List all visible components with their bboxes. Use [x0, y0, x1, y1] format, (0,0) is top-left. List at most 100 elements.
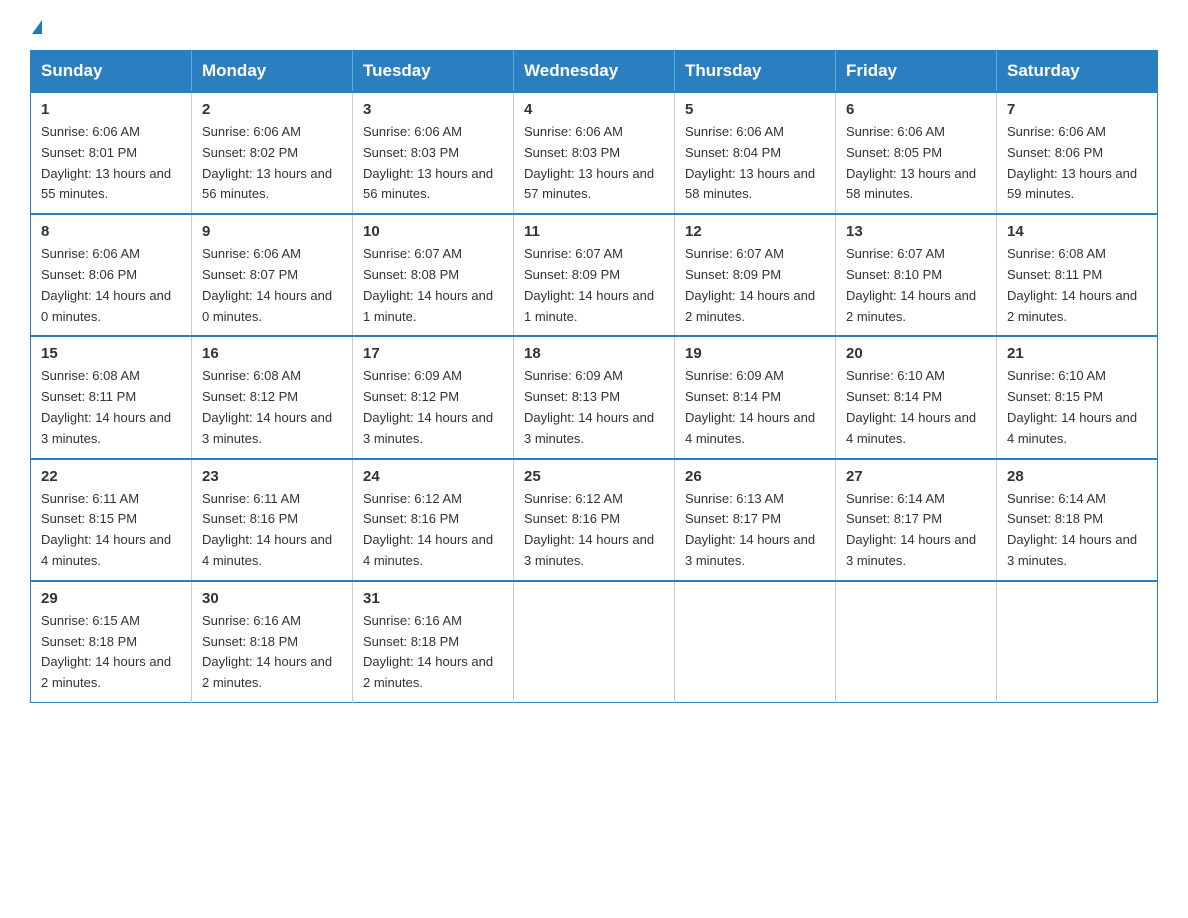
day-number: 15 — [41, 345, 181, 362]
calendar-day-cell: 16 Sunrise: 6:08 AM Sunset: 8:12 PM Dayl… — [192, 336, 353, 458]
day-info: Sunrise: 6:06 AM Sunset: 8:06 PM Dayligh… — [41, 244, 181, 327]
weekday-header-friday: Friday — [836, 51, 997, 93]
calendar-day-cell — [997, 581, 1158, 703]
logo — [30, 20, 42, 34]
calendar-day-cell: 6 Sunrise: 6:06 AM Sunset: 8:05 PM Dayli… — [836, 92, 997, 214]
day-number: 23 — [202, 468, 342, 485]
day-number: 31 — [363, 590, 503, 607]
calendar-day-cell: 21 Sunrise: 6:10 AM Sunset: 8:15 PM Dayl… — [997, 336, 1158, 458]
weekday-header-sunday: Sunday — [31, 51, 192, 93]
weekday-header-tuesday: Tuesday — [353, 51, 514, 93]
day-info: Sunrise: 6:06 AM Sunset: 8:05 PM Dayligh… — [846, 122, 986, 205]
day-info: Sunrise: 6:14 AM Sunset: 8:17 PM Dayligh… — [846, 489, 986, 572]
calendar-day-cell: 31 Sunrise: 6:16 AM Sunset: 8:18 PM Dayl… — [353, 581, 514, 703]
day-info: Sunrise: 6:06 AM Sunset: 8:03 PM Dayligh… — [524, 122, 664, 205]
calendar-day-cell: 24 Sunrise: 6:12 AM Sunset: 8:16 PM Dayl… — [353, 459, 514, 581]
day-info: Sunrise: 6:10 AM Sunset: 8:14 PM Dayligh… — [846, 366, 986, 449]
day-number: 20 — [846, 345, 986, 362]
calendar-day-cell: 17 Sunrise: 6:09 AM Sunset: 8:12 PM Dayl… — [353, 336, 514, 458]
day-number: 16 — [202, 345, 342, 362]
weekday-header-wednesday: Wednesday — [514, 51, 675, 93]
calendar-day-cell: 25 Sunrise: 6:12 AM Sunset: 8:16 PM Dayl… — [514, 459, 675, 581]
day-info: Sunrise: 6:07 AM Sunset: 8:09 PM Dayligh… — [685, 244, 825, 327]
day-number: 25 — [524, 468, 664, 485]
day-info: Sunrise: 6:07 AM Sunset: 8:08 PM Dayligh… — [363, 244, 503, 327]
calendar-day-cell: 23 Sunrise: 6:11 AM Sunset: 8:16 PM Dayl… — [192, 459, 353, 581]
calendar-week-row: 22 Sunrise: 6:11 AM Sunset: 8:15 PM Dayl… — [31, 459, 1158, 581]
day-number: 2 — [202, 101, 342, 118]
day-number: 7 — [1007, 101, 1147, 118]
day-number: 21 — [1007, 345, 1147, 362]
calendar-week-row: 1 Sunrise: 6:06 AM Sunset: 8:01 PM Dayli… — [31, 92, 1158, 214]
day-info: Sunrise: 6:06 AM Sunset: 8:01 PM Dayligh… — [41, 122, 181, 205]
day-number: 5 — [685, 101, 825, 118]
calendar-table: SundayMondayTuesdayWednesdayThursdayFrid… — [30, 50, 1158, 703]
day-info: Sunrise: 6:07 AM Sunset: 8:10 PM Dayligh… — [846, 244, 986, 327]
day-number: 3 — [363, 101, 503, 118]
day-number: 18 — [524, 345, 664, 362]
calendar-day-cell: 18 Sunrise: 6:09 AM Sunset: 8:13 PM Dayl… — [514, 336, 675, 458]
calendar-day-cell: 12 Sunrise: 6:07 AM Sunset: 8:09 PM Dayl… — [675, 214, 836, 336]
day-number: 6 — [846, 101, 986, 118]
day-info: Sunrise: 6:09 AM Sunset: 8:13 PM Dayligh… — [524, 366, 664, 449]
day-info: Sunrise: 6:14 AM Sunset: 8:18 PM Dayligh… — [1007, 489, 1147, 572]
calendar-day-cell: 1 Sunrise: 6:06 AM Sunset: 8:01 PM Dayli… — [31, 92, 192, 214]
day-number: 17 — [363, 345, 503, 362]
day-info: Sunrise: 6:13 AM Sunset: 8:17 PM Dayligh… — [685, 489, 825, 572]
calendar-day-cell: 28 Sunrise: 6:14 AM Sunset: 8:18 PM Dayl… — [997, 459, 1158, 581]
calendar-day-cell: 22 Sunrise: 6:11 AM Sunset: 8:15 PM Dayl… — [31, 459, 192, 581]
day-number: 10 — [363, 223, 503, 240]
calendar-day-cell: 3 Sunrise: 6:06 AM Sunset: 8:03 PM Dayli… — [353, 92, 514, 214]
day-info: Sunrise: 6:12 AM Sunset: 8:16 PM Dayligh… — [524, 489, 664, 572]
day-info: Sunrise: 6:11 AM Sunset: 8:16 PM Dayligh… — [202, 489, 342, 572]
day-info: Sunrise: 6:06 AM Sunset: 8:02 PM Dayligh… — [202, 122, 342, 205]
day-info: Sunrise: 6:08 AM Sunset: 8:11 PM Dayligh… — [41, 366, 181, 449]
day-info: Sunrise: 6:06 AM Sunset: 8:06 PM Dayligh… — [1007, 122, 1147, 205]
day-number: 1 — [41, 101, 181, 118]
day-info: Sunrise: 6:12 AM Sunset: 8:16 PM Dayligh… — [363, 489, 503, 572]
day-number: 4 — [524, 101, 664, 118]
calendar-day-cell: 5 Sunrise: 6:06 AM Sunset: 8:04 PM Dayli… — [675, 92, 836, 214]
day-number: 19 — [685, 345, 825, 362]
day-info: Sunrise: 6:09 AM Sunset: 8:14 PM Dayligh… — [685, 366, 825, 449]
calendar-day-cell: 10 Sunrise: 6:07 AM Sunset: 8:08 PM Dayl… — [353, 214, 514, 336]
day-number: 29 — [41, 590, 181, 607]
calendar-day-cell — [514, 581, 675, 703]
weekday-header-thursday: Thursday — [675, 51, 836, 93]
day-info: Sunrise: 6:07 AM Sunset: 8:09 PM Dayligh… — [524, 244, 664, 327]
weekday-header-saturday: Saturday — [997, 51, 1158, 93]
day-number: 13 — [846, 223, 986, 240]
day-number: 8 — [41, 223, 181, 240]
weekday-header-monday: Monday — [192, 51, 353, 93]
day-info: Sunrise: 6:08 AM Sunset: 8:12 PM Dayligh… — [202, 366, 342, 449]
calendar-day-cell — [675, 581, 836, 703]
calendar-week-row: 15 Sunrise: 6:08 AM Sunset: 8:11 PM Dayl… — [31, 336, 1158, 458]
day-info: Sunrise: 6:10 AM Sunset: 8:15 PM Dayligh… — [1007, 366, 1147, 449]
calendar-week-row: 29 Sunrise: 6:15 AM Sunset: 8:18 PM Dayl… — [31, 581, 1158, 703]
calendar-day-cell: 4 Sunrise: 6:06 AM Sunset: 8:03 PM Dayli… — [514, 92, 675, 214]
calendar-day-cell: 14 Sunrise: 6:08 AM Sunset: 8:11 PM Dayl… — [997, 214, 1158, 336]
day-number: 9 — [202, 223, 342, 240]
day-info: Sunrise: 6:08 AM Sunset: 8:11 PM Dayligh… — [1007, 244, 1147, 327]
calendar-day-cell: 29 Sunrise: 6:15 AM Sunset: 8:18 PM Dayl… — [31, 581, 192, 703]
logo-triangle-icon — [32, 20, 42, 34]
day-number: 30 — [202, 590, 342, 607]
calendar-day-cell: 7 Sunrise: 6:06 AM Sunset: 8:06 PM Dayli… — [997, 92, 1158, 214]
day-number: 11 — [524, 223, 664, 240]
day-number: 12 — [685, 223, 825, 240]
calendar-day-cell: 20 Sunrise: 6:10 AM Sunset: 8:14 PM Dayl… — [836, 336, 997, 458]
page-header — [30, 20, 1158, 34]
day-info: Sunrise: 6:16 AM Sunset: 8:18 PM Dayligh… — [202, 611, 342, 694]
day-number: 26 — [685, 468, 825, 485]
day-number: 27 — [846, 468, 986, 485]
calendar-header-row: SundayMondayTuesdayWednesdayThursdayFrid… — [31, 51, 1158, 93]
calendar-day-cell: 2 Sunrise: 6:06 AM Sunset: 8:02 PM Dayli… — [192, 92, 353, 214]
calendar-day-cell: 9 Sunrise: 6:06 AM Sunset: 8:07 PM Dayli… — [192, 214, 353, 336]
calendar-week-row: 8 Sunrise: 6:06 AM Sunset: 8:06 PM Dayli… — [31, 214, 1158, 336]
day-info: Sunrise: 6:09 AM Sunset: 8:12 PM Dayligh… — [363, 366, 503, 449]
calendar-day-cell: 8 Sunrise: 6:06 AM Sunset: 8:06 PM Dayli… — [31, 214, 192, 336]
calendar-day-cell — [836, 581, 997, 703]
calendar-day-cell: 30 Sunrise: 6:16 AM Sunset: 8:18 PM Dayl… — [192, 581, 353, 703]
day-info: Sunrise: 6:11 AM Sunset: 8:15 PM Dayligh… — [41, 489, 181, 572]
day-info: Sunrise: 6:06 AM Sunset: 8:04 PM Dayligh… — [685, 122, 825, 205]
